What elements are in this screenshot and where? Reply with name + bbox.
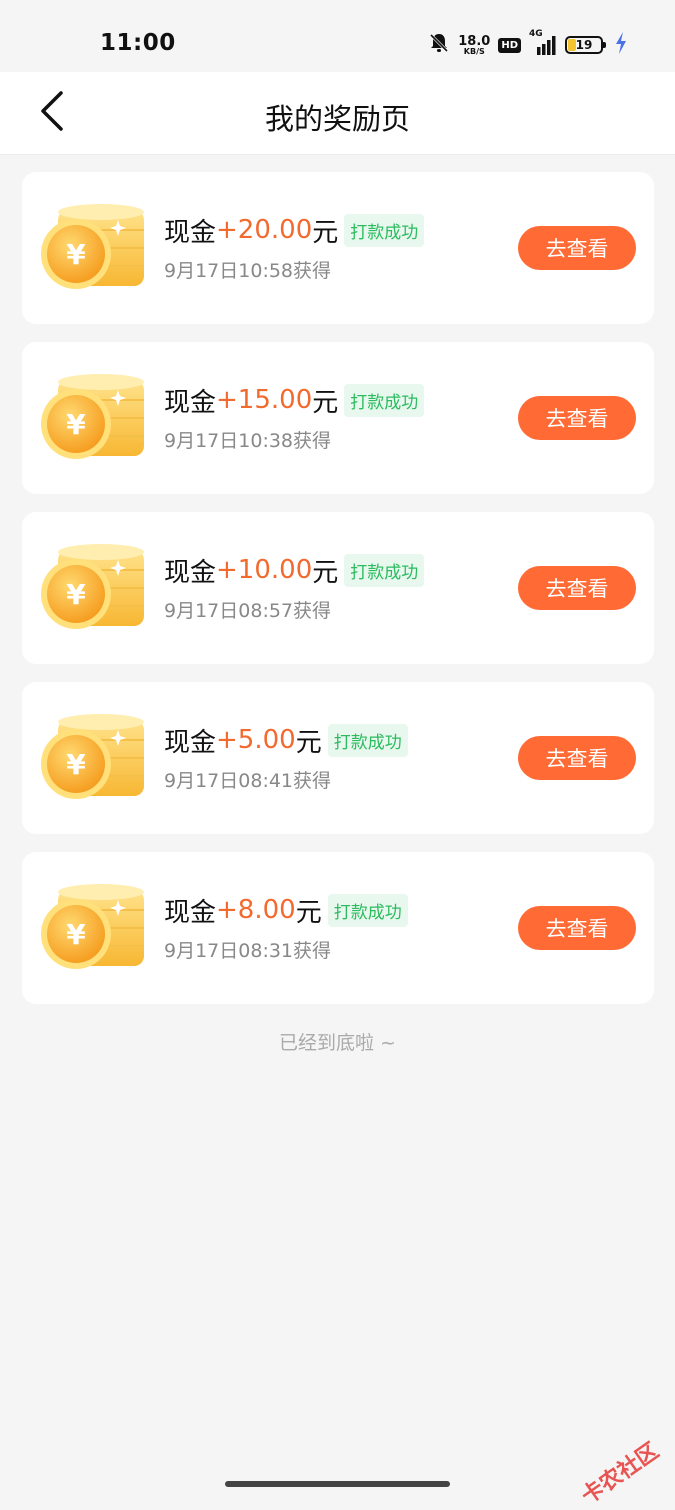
status-badge: 打款成功	[327, 893, 408, 927]
card-title-row: 现金 +15.00 元 打款成功	[164, 382, 425, 418]
card-info: 现金 +20.00 元 打款成功 9月17日10:58获得	[164, 212, 425, 283]
reward-amount: +5.00	[216, 725, 296, 755]
coin-stack-icon: ¥	[40, 708, 150, 808]
svg-text:¥: ¥	[66, 408, 86, 441]
reward-amount: +15.00	[216, 385, 313, 415]
status-time: 11:00	[100, 30, 176, 56]
signal-icon: 4G	[529, 29, 557, 55]
watermark: 卡农社区	[577, 1438, 664, 1510]
card-title-row: 现金 +20.00 元 打款成功	[164, 212, 425, 248]
status-badge: 打款成功	[344, 553, 425, 587]
net-speed-unit: KB/S	[463, 46, 485, 56]
card-info: 现金 +5.00 元 打款成功 9月17日08:41获得	[164, 722, 408, 793]
reward-card: ¥ 现金 +5.00 元 打款成功 9月17日08:41获得 去查看	[22, 682, 654, 834]
card-title-row: 现金 +8.00 元 打款成功	[164, 892, 408, 928]
status-badge: 打款成功	[344, 213, 425, 247]
reward-unit: 元	[295, 897, 322, 928]
reward-amount: +8.00	[216, 895, 296, 925]
reward-time: 9月17日10:38获得	[164, 430, 332, 452]
reward-unit: 元	[295, 727, 322, 758]
card-title-row: 现金 +5.00 元 打款成功	[164, 722, 408, 758]
svg-text:¥: ¥	[66, 238, 86, 271]
reward-card: ¥ 现金 +15.00 元 打款成功 9月17日10:38获得 去查看	[22, 342, 654, 494]
reward-time: 9月17日08:31获得	[164, 940, 332, 962]
status-bar: 11:00 18.0 KB/S HD 4G 19	[0, 0, 675, 72]
reward-label: 现金	[164, 557, 217, 588]
reward-amount: +20.00	[216, 215, 313, 245]
net-speed-value: 18.0	[458, 33, 491, 49]
bell-muted-icon	[428, 32, 450, 58]
battery-icon: 19	[565, 36, 606, 54]
status-badge: 打款成功	[327, 723, 408, 757]
reward-time: 9月17日10:58获得	[164, 260, 332, 282]
coin-stack-icon: ¥	[40, 368, 150, 468]
card-info: 现金 +10.00 元 打款成功 9月17日08:57获得	[164, 552, 425, 623]
reward-label: 现金	[164, 727, 217, 758]
reward-list: ¥ 现金 +20.00 元 打款成功 9月17日10:58获得 去查看 ¥ 现金…	[22, 172, 654, 1022]
coin-stack-icon: ¥	[40, 538, 150, 638]
coin-stack-icon: ¥	[40, 198, 150, 298]
reward-label: 现金	[164, 217, 217, 248]
page-title: 我的奖励页	[264, 102, 410, 136]
coin-stack-icon: ¥	[40, 878, 150, 978]
reward-card: ¥ 现金 +20.00 元 打款成功 9月17日10:58获得 去查看	[22, 172, 654, 324]
reward-unit: 元	[312, 217, 339, 248]
card-info: 现金 +8.00 元 打款成功 9月17日08:31获得	[164, 892, 408, 963]
battery-level: 19	[575, 38, 593, 52]
reward-amount: +10.00	[216, 555, 313, 585]
reward-card: ¥ 现金 +8.00 元 打款成功 9月17日08:31获得 去查看	[22, 852, 654, 1004]
status-badge: 打款成功	[344, 383, 425, 417]
reward-unit: 元	[312, 557, 339, 588]
reward-unit: 元	[312, 387, 339, 418]
status-icons: 18.0 KB/S HD 4G 19	[428, 29, 627, 58]
svg-text:¥: ¥	[66, 578, 86, 611]
card-info: 现金 +15.00 元 打款成功 9月17日10:38获得	[164, 382, 425, 453]
home-indicator[interactable]	[225, 1481, 450, 1487]
view-button[interactable]: 去查看	[518, 226, 636, 270]
reward-time: 9月17日08:57获得	[164, 600, 332, 622]
view-button[interactable]: 去查看	[518, 906, 636, 950]
view-button[interactable]: 去查看	[518, 566, 636, 610]
svg-text:¥: ¥	[66, 918, 86, 951]
svg-text:¥: ¥	[66, 748, 86, 781]
charging-icon	[615, 32, 627, 58]
nav-bar: 我的奖励页	[0, 72, 675, 155]
view-button[interactable]: 去查看	[518, 736, 636, 780]
card-title-row: 现金 +10.00 元 打款成功	[164, 552, 425, 588]
reward-card: ¥ 现金 +10.00 元 打款成功 9月17日08:57获得 去查看	[22, 512, 654, 664]
reward-time: 9月17日08:41获得	[164, 770, 332, 792]
hd-badge: HD	[498, 37, 521, 53]
net-speed: 18.0 KB/S	[458, 35, 490, 56]
view-button[interactable]: 去查看	[518, 396, 636, 440]
signal-label: 4G	[529, 29, 543, 39]
reward-label: 现金	[164, 897, 217, 928]
reward-label: 现金	[164, 387, 217, 418]
end-of-list-text: 已经到底啦 ~	[279, 1032, 396, 1054]
